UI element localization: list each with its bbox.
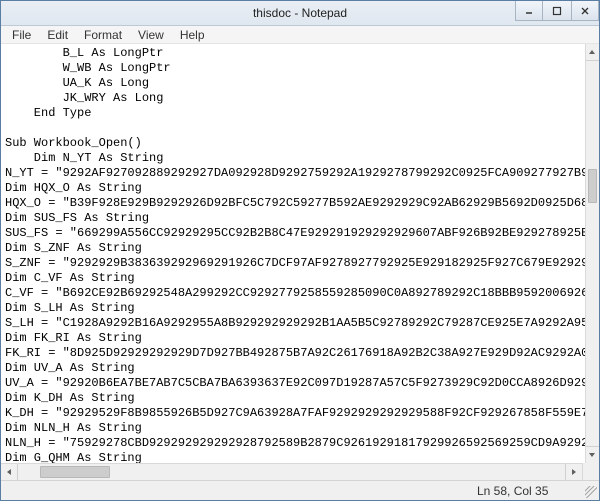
- text-editor[interactable]: B_L As LongPtr W_WB As LongPtr UA_K As L…: [1, 44, 585, 463]
- statusbar: Ln 58, Col 35: [1, 480, 599, 500]
- resize-grip-icon[interactable]: [585, 486, 597, 498]
- cursor-position: Ln 58, Col 35: [461, 484, 571, 498]
- maximize-icon: [552, 6, 562, 16]
- titlebar: thisdoc - Notepad: [1, 1, 599, 26]
- vertical-scroll-track[interactable]: [586, 61, 599, 446]
- scroll-up-button[interactable]: [586, 44, 599, 61]
- chevron-left-icon: [5, 468, 13, 476]
- chevron-down-icon: [588, 451, 596, 459]
- menu-edit[interactable]: Edit: [40, 27, 75, 43]
- scroll-left-button[interactable]: [1, 464, 18, 480]
- vertical-scroll-thumb[interactable]: [588, 169, 597, 203]
- horizontal-scrollbar[interactable]: [1, 463, 582, 480]
- maximize-button[interactable]: [542, 1, 572, 21]
- menu-view[interactable]: View: [131, 27, 171, 43]
- horizontal-scroll-track[interactable]: [18, 464, 565, 480]
- bottom-scroll-wrap: [1, 463, 599, 480]
- scroll-right-button[interactable]: [565, 464, 582, 480]
- window-title: thisdoc - Notepad: [253, 6, 347, 20]
- minimize-button[interactable]: [515, 1, 543, 21]
- horizontal-scroll-thumb[interactable]: [40, 466, 110, 478]
- menu-file[interactable]: File: [5, 27, 38, 43]
- client-area: B_L As LongPtr W_WB As LongPtr UA_K As L…: [1, 44, 599, 463]
- chevron-up-icon: [588, 48, 596, 56]
- vertical-scrollbar[interactable]: [585, 44, 599, 463]
- close-icon: [580, 6, 590, 16]
- notepad-window: thisdoc - Notepad File Edit Format View …: [0, 0, 600, 501]
- scroll-corner: [582, 463, 599, 480]
- scroll-down-button[interactable]: [586, 446, 599, 463]
- menu-help[interactable]: Help: [173, 27, 212, 43]
- minimize-icon: [524, 6, 534, 16]
- chevron-right-icon: [570, 468, 578, 476]
- close-button[interactable]: [571, 1, 599, 21]
- window-controls: [516, 1, 599, 21]
- menu-format[interactable]: Format: [77, 27, 129, 43]
- menubar: File Edit Format View Help: [1, 26, 599, 44]
